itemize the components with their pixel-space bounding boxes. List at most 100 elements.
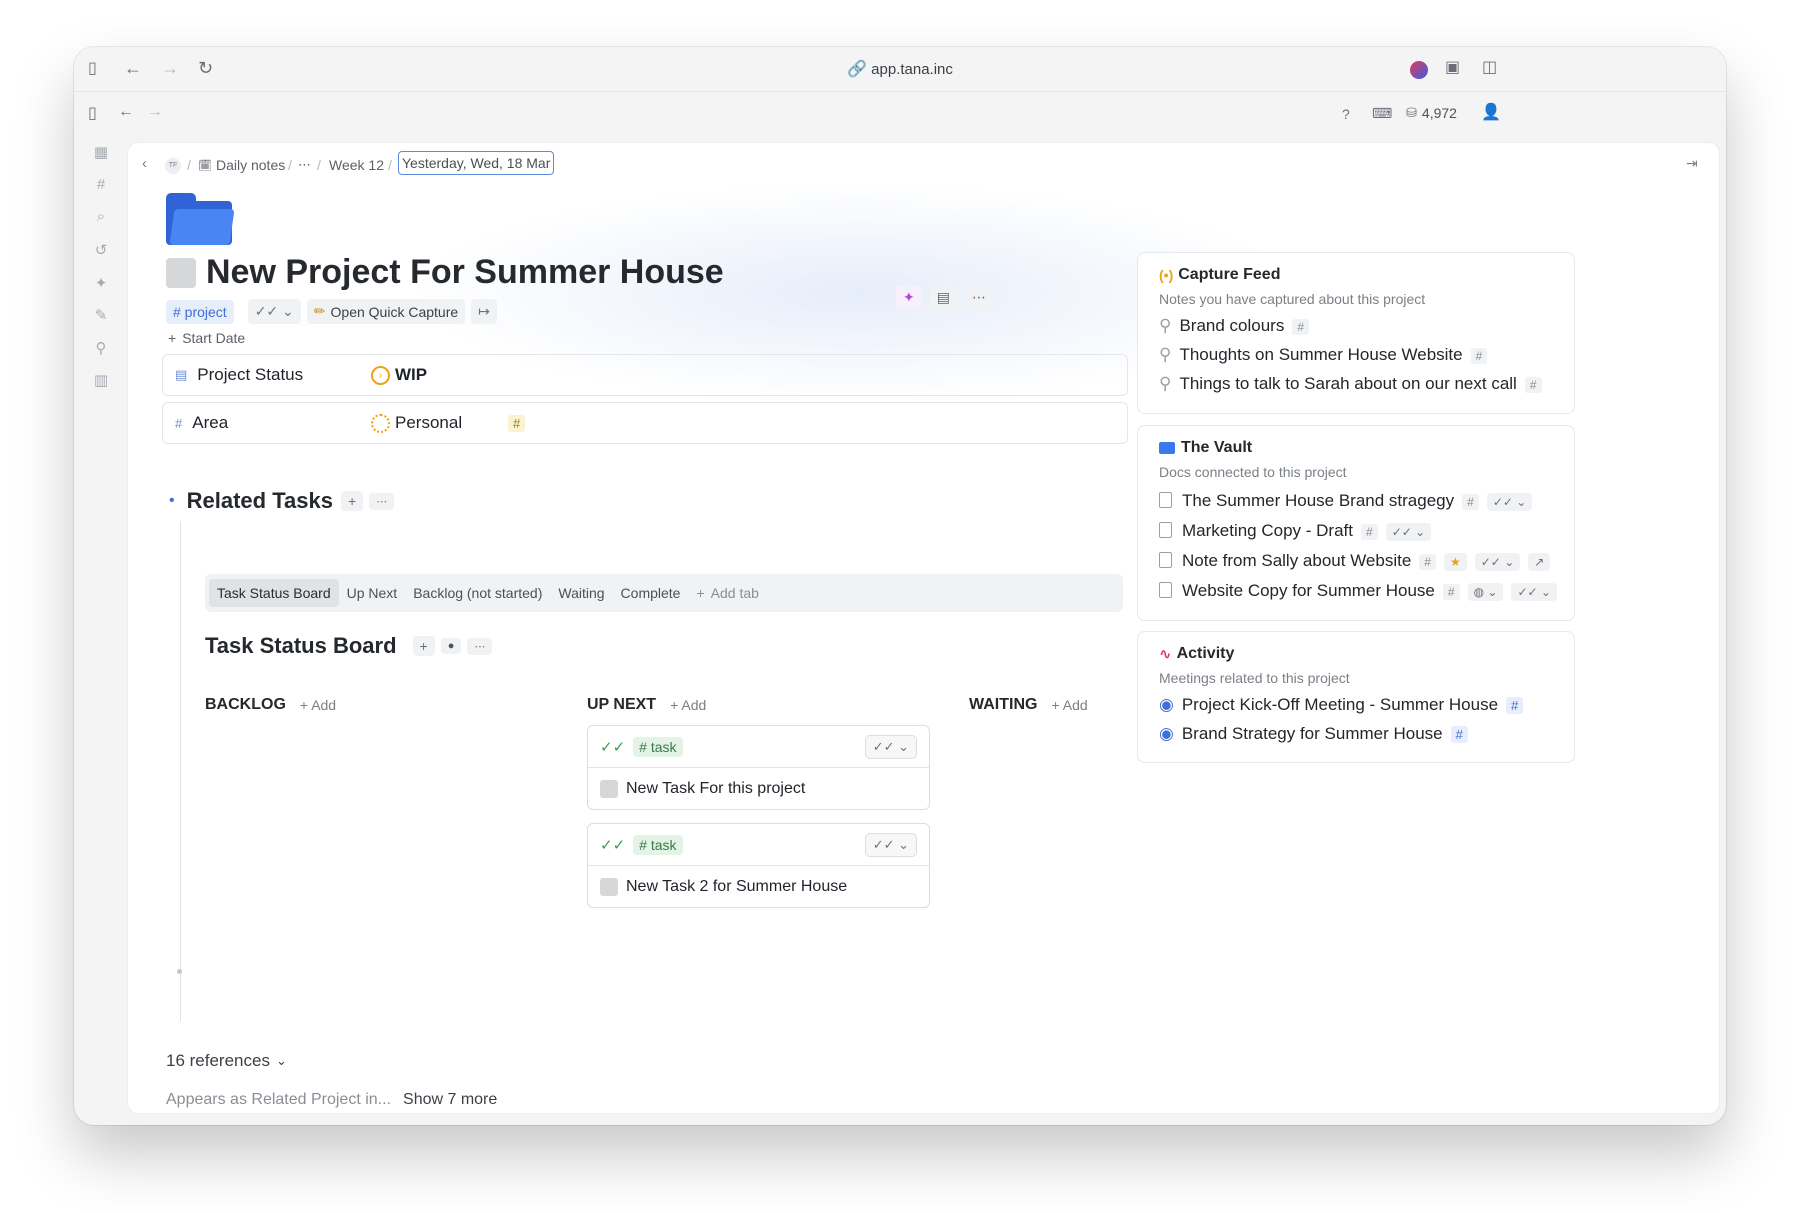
bullet-icon[interactable]: • <box>169 492 175 510</box>
open-side-icon[interactable]: ↦ <box>471 299 497 324</box>
tag-hash[interactable]: # <box>1470 348 1488 364</box>
address-bar[interactable]: 🔗 app.tana.inc <box>74 61 1726 78</box>
task-checkbox[interactable] <box>600 779 618 798</box>
tag-hash[interactable]: # <box>1292 319 1310 335</box>
quick-capture-button[interactable]: ✏ Open Quick Capture <box>306 299 466 324</box>
breadcrumb-daily-notes[interactable]: 🗓 Daily notes <box>198 157 285 173</box>
tab-complete[interactable]: Complete <box>613 585 689 601</box>
task-card[interactable]: ✓✓ # task ✓✓ ⌄ New Task For this project <box>587 725 930 810</box>
column-add-button[interactable]: + Add <box>1051 697 1087 713</box>
ai-sparkle-button[interactable]: ✦ <box>896 285 922 310</box>
star-icon[interactable]: ★ <box>1443 553 1467 571</box>
done-check-icon: ✓✓ <box>600 738 626 756</box>
page-title[interactable]: New Project For Summer House <box>206 253 724 292</box>
keyboard-icon[interactable]: ⌨ <box>1372 105 1392 121</box>
workspace-avatar[interactable]: TF <box>165 158 181 174</box>
credits-display[interactable]: ⛁ 4,972 <box>1406 105 1457 121</box>
edit-icon[interactable]: ✎ <box>91 306 111 324</box>
project-tag[interactable]: # project <box>166 299 234 324</box>
board-settings-icon[interactable]: ● <box>440 638 462 654</box>
stats-icon[interactable]: ▥ <box>91 371 111 389</box>
more-options-icon[interactable]: ⋯ <box>964 285 993 310</box>
globe-dropdown[interactable]: ◍ ⌄ <box>1467 583 1504 601</box>
capture-item[interactable]: ⚲ Brand colours # <box>1159 316 1310 336</box>
field-value[interactable]: Personal <box>395 413 462 433</box>
breadcrumb-more-icon[interactable]: ⋯ <box>298 157 311 173</box>
column-add-label: Add <box>311 697 337 713</box>
vault-item[interactable]: Website Copy for Summer House # ◍ ⌄ ✓✓ ⌄ <box>1159 580 1557 601</box>
calendar-icon[interactable]: ▦ <box>91 143 111 161</box>
pin-icon[interactable]: ⚲ <box>91 339 111 357</box>
help-icon[interactable]: ? <box>1342 106 1350 122</box>
vault-item[interactable]: Note from Sally about Website # ★ ✓✓ ⌄ ↗ <box>1159 550 1551 571</box>
capture-item[interactable]: ⚲ Thoughts on Summer House Website # <box>1159 345 1488 365</box>
board-more-icon[interactable]: ⋯ <box>467 637 493 655</box>
board-add-icon[interactable]: + <box>412 636 435 656</box>
field-value[interactable]: WIP <box>395 365 427 385</box>
page-checkbox[interactable] <box>166 257 196 288</box>
vault-item[interactable]: Marketing Copy - Draft # ✓✓ ⌄ <box>1159 520 1432 541</box>
related-tasks-heading[interactable]: Related Tasks <box>187 488 333 514</box>
add-tab-button[interactable]: + Add tab <box>688 585 766 601</box>
vault-item[interactable]: The Summer House Brand stragegy # ✓✓ ⌄ <box>1159 490 1533 511</box>
tag-hash[interactable]: # <box>1442 584 1460 600</box>
task-card[interactable]: ✓✓ # task ✓✓ ⌄ New Task 2 for Summer Hou… <box>587 823 930 908</box>
split-view-icon[interactable]: ◫ <box>1482 60 1497 76</box>
tags-icon[interactable]: # <box>91 176 111 193</box>
column-add-button[interactable]: + Add <box>670 697 706 713</box>
app-forward-icon[interactable]: → <box>147 104 163 120</box>
capture-item[interactable]: ⚲ Things to talk to Sarah about on our ne… <box>1159 374 1542 394</box>
ai-sparkle-icon[interactable]: ✦ <box>91 274 111 292</box>
tag-hash[interactable]: # <box>1524 377 1542 393</box>
tag-hash[interactable]: # <box>1361 524 1378 540</box>
done-state-dropdown[interactable]: ✓✓ ⌄ <box>247 299 301 324</box>
tag-hash[interactable]: # <box>1419 554 1436 570</box>
tag-row: # project ✓✓ ⌄ ✏ Open Quick Capture ↦ <box>166 299 497 324</box>
card-state-dropdown[interactable]: ✓✓ ⌄ <box>864 734 917 759</box>
activity-item[interactable]: ◉ Brand Strategy for Summer House # <box>1159 724 1468 744</box>
task-title[interactable]: New Task 2 for Summer House <box>626 878 847 896</box>
collapse-chevron-icon[interactable]: ‹ <box>142 155 147 172</box>
tag-hash[interactable]: # <box>1450 726 1468 743</box>
tab-backlog[interactable]: Backlog (not started) <box>405 585 550 601</box>
task-card-header: ✓✓ # task ✓✓ ⌄ <box>588 726 929 768</box>
activity-item[interactable]: ◉ Project Kick-Off Meeting - Summer House… <box>1159 695 1524 715</box>
add-task-icon[interactable]: + <box>340 491 364 511</box>
tab-up-next[interactable]: Up Next <box>339 585 406 601</box>
extension-icon[interactable] <box>1410 61 1428 79</box>
breadcrumb-date[interactable]: Yesterday, Wed, 18 Mar <box>398 151 555 175</box>
related-more-icon[interactable]: ⋯ <box>369 492 395 510</box>
panel-toggle-icon[interactable]: ▯ <box>88 106 97 122</box>
history-icon[interactable]: ↺ <box>91 241 111 259</box>
field-project-status[interactable]: ▤ Project Status › WIP <box>162 354 1128 396</box>
expand-panel-icon[interactable]: ⇥ <box>1686 155 1698 172</box>
card-state-dropdown[interactable]: ✓✓ ⌄ <box>864 832 917 857</box>
add-start-date[interactable]: + Start Date <box>168 330 245 346</box>
external-link-icon[interactable]: ↗ <box>1528 553 1551 571</box>
task-title[interactable]: New Task For this project <box>626 780 805 798</box>
pin-icon: ⚲ <box>1159 316 1172 335</box>
area-tag[interactable]: # <box>508 414 526 432</box>
view-options-icon[interactable]: ▤ <box>929 285 957 310</box>
tab-task-status-board[interactable]: Task Status Board <box>209 579 339 607</box>
state-dropdown[interactable]: ✓✓ ⌄ <box>1474 553 1521 571</box>
empty-bullet[interactable] <box>177 969 182 974</box>
tag-hash[interactable]: # <box>1506 697 1524 714</box>
task-tag[interactable]: # task <box>633 736 683 757</box>
reader-icon[interactable]: ▣ <box>1445 60 1460 76</box>
references-toggle[interactable]: 16 references ⌄ <box>166 1051 287 1071</box>
tag-hash[interactable]: # <box>1462 494 1479 510</box>
account-icon[interactable]: 👤 <box>1481 105 1501 121</box>
show-more-link[interactable]: Show 7 more <box>403 1091 497 1109</box>
app-back-icon[interactable]: ← <box>118 104 134 120</box>
column-add-button[interactable]: + Add <box>300 697 336 713</box>
tab-waiting[interactable]: Waiting <box>550 585 612 601</box>
breadcrumb-week[interactable]: Week 12 <box>329 157 384 173</box>
search-icon[interactable]: ⌕ <box>91 208 111 225</box>
task-checkbox[interactable] <box>600 877 618 896</box>
field-area[interactable]: # Area Personal # <box>162 402 1128 444</box>
state-dropdown[interactable]: ✓✓ ⌄ <box>1511 583 1557 601</box>
task-tag[interactable]: # task <box>633 834 683 855</box>
state-dropdown[interactable]: ✓✓ ⌄ <box>1385 523 1432 541</box>
state-dropdown[interactable]: ✓✓ ⌄ <box>1486 493 1533 511</box>
